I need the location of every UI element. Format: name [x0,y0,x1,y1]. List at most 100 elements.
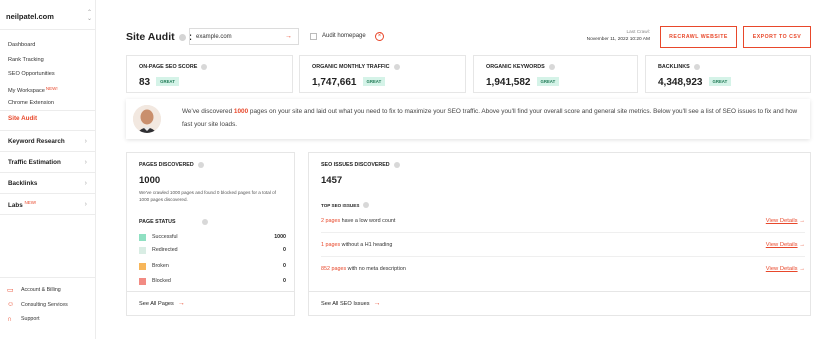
help-icon[interactable] [178,33,186,41]
intro-banner: We've discovered 1000 pages on your site… [126,99,810,139]
issue-count-link[interactable]: 2 pages [321,218,340,224]
status-name: Successful [152,234,178,240]
sidebar-item-chrome-extension[interactable]: Chrome Extension [8,96,58,111]
sidebar-item-my-workspace[interactable]: My WorkspaceNEW! [8,82,58,97]
sidebar-item-rank-tracking[interactable]: Rank Tracking [8,53,58,68]
last-crawl-date: November 11, 2022 10:20 AM [586,37,650,42]
issue-text: 1 pages without a H1 heading [321,242,392,248]
url-input[interactable]: example.com → [189,28,299,45]
metric-value: 1,747,661 GREAT [312,77,386,88]
status-row-broken: Broken 0 [139,261,286,271]
status-swatch [139,277,146,285]
sidebar-item-seo-opportunities[interactable]: SEO Opportunities [8,67,58,82]
site-selector[interactable]: neilpatel.com ⌃ ⌄ [6,9,92,23]
status-row-blocked: Blocked 0 [139,276,286,286]
metric-label-text: ORGANIC KEYWORDS [486,64,545,70]
sidebar-item-backlinks[interactable]: Backlinks › [0,173,95,194]
top-issues-label-text: TOP SEO ISSUES [321,202,360,208]
status-badge: GREAT [708,77,732,86]
see-all-pages-label: See All Pages [139,300,174,307]
sidebar-item-consulting[interactable]: ☺ Consulting Services [7,298,68,313]
help-icon[interactable] [201,64,208,70]
people-icon: ☺ [7,301,15,309]
chevron-right-icon: › [84,158,87,166]
audit-homepage-checkbox[interactable] [310,33,317,40]
issue-text: 852 pages with no meta description [321,266,406,272]
intro-text-post: pages on your site and laid out what you… [182,108,798,128]
arrow-right-icon: → [373,300,381,307]
sidebar-item-label: SEO Opportunities [8,71,55,77]
sidebar-bottom: ▭ Account & Billing ☺ Consulting Service… [7,283,68,327]
sidebar-item-label: Backlinks [8,179,38,187]
metric-value-text: 1,747,661 [312,77,357,88]
sidebar-item-dashboard[interactable]: Dashboard [8,38,58,53]
recrawl-button[interactable]: RECRAWL WEBSITE [660,26,737,48]
chevron-updown-icon: ⌃ ⌄ [86,10,92,22]
new-badge: NEW! [24,199,37,205]
help-icon[interactable] [201,219,208,225]
see-all-issues-link[interactable]: See All SEO Issues → [309,291,810,315]
top-issues-label: TOP SEO ISSUES [321,202,370,208]
sidebar-item-label: Traffic Estimation [8,158,61,166]
status-row-redirected: Redirected 0 [139,245,286,255]
avatar [133,105,161,133]
view-details-link[interactable]: View Details → [766,266,805,272]
metric-value-text: 83 [139,77,151,88]
status-badge: GREAT [536,77,560,86]
view-details-link[interactable]: View Details → [766,242,805,248]
help-icon[interactable] [393,64,400,70]
pages-discovered-card: PAGES DISCOVERED 1000 We've crawled 1000… [126,152,295,316]
sidebar-item-traffic-estimation[interactable]: Traffic Estimation › [0,152,95,173]
issue-count-link[interactable]: 852 pages [321,266,346,272]
sidebar-item-site-audit[interactable]: Site Audit [8,115,37,122]
help-icon[interactable] [693,64,700,70]
sidebar-sections: Keyword Research › Traffic Estimation › Ba… [0,131,95,215]
issue-desc: without a H1 heading [340,241,393,248]
sidebar-item-keyword-research[interactable]: Keyword Research › [0,131,95,152]
status-badge: GREAT [362,77,386,86]
close-circle-icon[interactable]: × [375,32,384,41]
divider [0,277,95,278]
view-details-link[interactable]: View Details → [766,218,805,224]
sidebar-item-account-billing[interactable]: ▭ Account & Billing [7,283,68,298]
issue-desc: have a low word count [340,217,396,224]
sidebar-item-label: Support [21,316,40,323]
issue-count-link[interactable]: 1 pages [321,242,340,248]
status-swatch [139,246,146,254]
page-status-label: PAGE STATUS [139,219,208,225]
sidebar-item-labs[interactable]: Labs NEW! › [0,194,95,215]
sidebar-item-label: Keyword Research [8,137,65,145]
card-icon: ▭ [7,286,14,294]
sidebar-item-label: Dashboard [8,42,36,48]
view-details-label: View Details [765,266,798,272]
pages-label: PAGES DISCOVERED [139,162,204,168]
divider [0,29,95,30]
arrow-right-icon[interactable]: → [285,33,292,40]
arrow-right-icon: → [177,300,185,307]
help-icon[interactable] [197,162,204,168]
see-all-pages-link[interactable]: See All Pages → [127,291,294,315]
see-all-issues-label: See All SEO Issues [321,300,370,307]
help-icon[interactable] [393,162,400,168]
pages-label-text: PAGES DISCOVERED [139,162,194,168]
intro-text: We've discovered 1000 pages on your site… [182,106,802,131]
issues-label: SEO ISSUES DISCOVERED [321,162,400,168]
metric-label: ORGANIC KEYWORDS [486,64,555,70]
divider [0,110,95,111]
view-details-label: View Details [765,241,798,248]
status-name: Redirected [152,247,178,253]
app: neilpatel.com ⌃ ⌄ Dashboard Rank Tracking… [0,0,820,339]
last-crawl: Last Crawl: November 11, 2022 10:20 AM [587,29,650,42]
intro-page-count: 1000 [233,108,249,115]
help-icon[interactable] [548,64,555,70]
status-badge: GREAT [156,77,179,86]
issues-label-text: SEO ISSUES DISCOVERED [321,162,390,168]
sidebar-item-support[interactable]: ∩ Support [7,312,68,327]
metric-value: 1,941,582 GREAT [486,77,560,88]
export-csv-button[interactable]: EXPORT TO CSV [743,26,811,48]
help-icon[interactable] [363,202,370,208]
metric-card-organic-keywords: ORGANIC KEYWORDS 1,941,582 GREAT [473,55,638,93]
sidebar-menu: Dashboard Rank Tracking SEO Opportunitie… [8,38,58,111]
seo-issues-card: SEO ISSUES DISCOVERED 1457 TOP SEO ISSUE… [308,152,811,316]
metric-card-backlinks: BACKLINKS 4,348,923 GREAT [645,55,811,93]
